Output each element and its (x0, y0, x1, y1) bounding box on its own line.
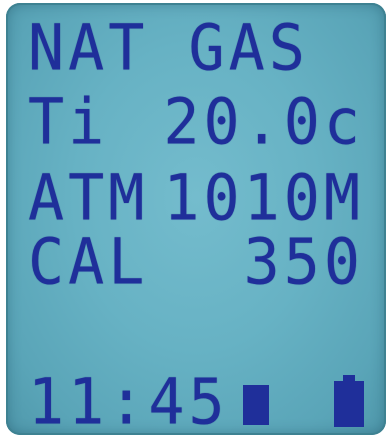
lcd-screen: NAT GAS Ti 20.0c ATM 1010M CAL 350 11:45 (6, 3, 386, 435)
calibration-label: CAL (28, 225, 149, 300)
inlet-temperature-value: 20.0c (163, 85, 364, 160)
device-bezel: NAT GAS Ti 20.0c ATM 1010M CAL 350 11:45 (0, 0, 392, 439)
inlet-temperature-row: Ti 20.0c (6, 91, 386, 161)
calibration-value: 350 (243, 225, 364, 300)
battery-icon (334, 375, 364, 427)
atmospheric-pressure-label: ATM (28, 161, 149, 236)
status-row: 11:45 (6, 365, 386, 435)
inlet-temperature-label: Ti (28, 85, 109, 160)
calibration-row: CAL 350 (6, 231, 386, 301)
clock-time: 11:45 (28, 365, 229, 435)
block-indicator-icon (243, 385, 269, 425)
fuel-type-label: NAT GAS (28, 11, 309, 86)
fuel-type-row: NAT GAS (6, 17, 386, 87)
atmospheric-pressure-value: 1010M (163, 161, 364, 236)
